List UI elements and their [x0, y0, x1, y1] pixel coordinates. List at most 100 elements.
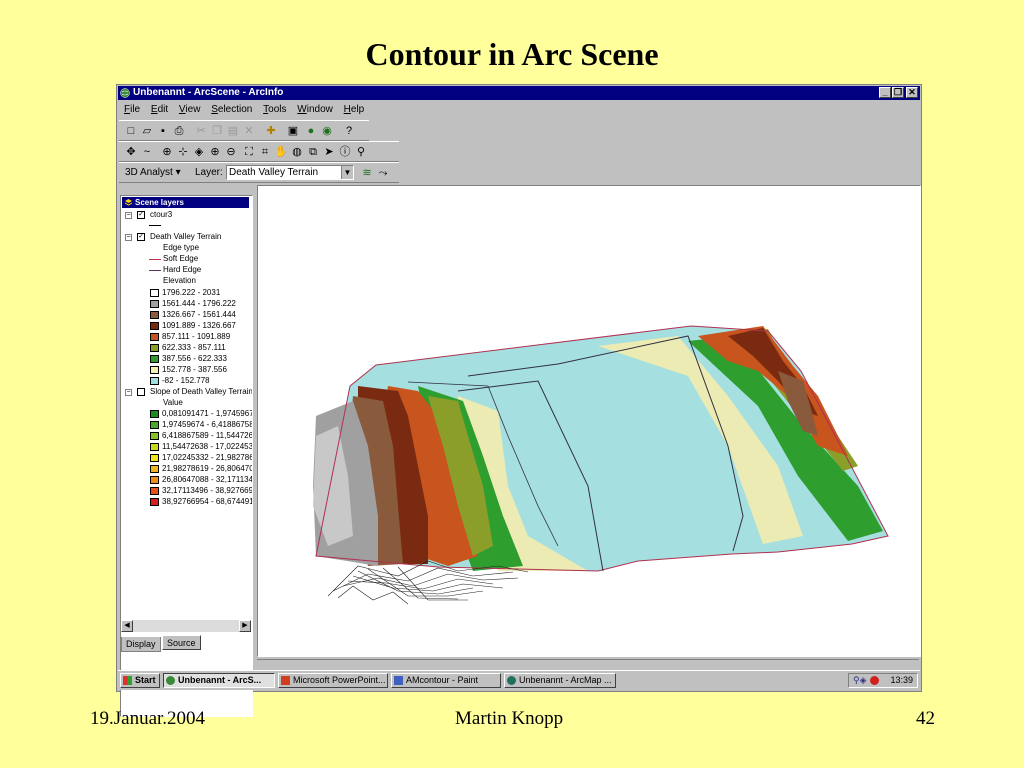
layer-ctour3[interactable]: ctour3: [150, 210, 172, 220]
window-titlebar[interactable]: Unbenannt - ArcScene - ArcInfo _ ❐ ✕: [118, 86, 920, 100]
open-icon[interactable]: ▱: [139, 123, 155, 139]
new-icon[interactable]: □: [123, 123, 139, 139]
globe-icon: [166, 676, 175, 685]
toc-header-label: Scene layers: [135, 198, 184, 207]
menu-tools[interactable]: Tools: [263, 104, 286, 115]
slope-class-swatch[interactable]: [150, 454, 159, 462]
globe-icon: [507, 676, 516, 685]
elevation-class-swatch[interactable]: [150, 289, 159, 297]
slope-class-label: 11,54472638 - 17,022453: [162, 442, 253, 451]
slope-class-label: 17,02245332 - 21,982786: [162, 453, 253, 462]
paste-icon[interactable]: ▤: [225, 123, 241, 139]
elevation-class-label: 152.778 - 387.556: [162, 365, 227, 374]
layer-checkbox[interactable]: [137, 388, 145, 396]
scroll-right-icon[interactable]: ▶: [239, 620, 251, 632]
layer-props-icon[interactable]: ▣: [285, 123, 301, 139]
elevation-class-swatch[interactable]: [150, 366, 159, 374]
slope-class-swatch[interactable]: [150, 476, 159, 484]
add-data-icon[interactable]: ✚: [263, 123, 279, 139]
layer-label: Layer:: [195, 167, 223, 178]
close-button[interactable]: ✕: [906, 87, 918, 98]
slope-class-swatch[interactable]: [150, 487, 159, 495]
menu-view[interactable]: View: [179, 104, 201, 115]
arcmap-icon[interactable]: ◉: [319, 123, 335, 139]
window-title: Unbenannt - ArcScene - ArcInfo: [133, 87, 284, 98]
find-icon[interactable]: ⚲: [353, 144, 369, 160]
3d-analyst-menu[interactable]: 3D Analyst ▾: [125, 166, 181, 180]
elevation-class-swatch[interactable]: [150, 355, 159, 363]
task-powerpoint[interactable]: Microsoft PowerPoint...: [278, 673, 388, 688]
elevation-class-swatch[interactable]: [150, 333, 159, 341]
toc-horizontal-scrollbar[interactable]: ◀ ▶: [121, 620, 251, 632]
fly-icon[interactable]: ~: [139, 144, 155, 160]
task-arcscene[interactable]: Unbenannt - ArcS...: [163, 673, 275, 688]
slope-class-swatch[interactable]: [150, 498, 159, 506]
center-target-icon[interactable]: ⊹: [175, 144, 191, 160]
pan-icon[interactable]: ✋: [273, 144, 289, 160]
soft-edge-label: Soft Edge: [163, 254, 199, 263]
whats-this-icon[interactable]: ?: [341, 123, 357, 139]
tab-display[interactable]: Display: [121, 637, 161, 652]
narrow-fov-icon[interactable]: ⌗: [257, 144, 273, 160]
elevation-class-swatch[interactable]: [150, 300, 159, 308]
save-icon[interactable]: ▪: [155, 123, 171, 139]
layer-checkbox[interactable]: ✓: [137, 233, 145, 241]
slope-class-swatch[interactable]: [150, 443, 159, 451]
zoom-out-icon[interactable]: ⊖: [223, 144, 239, 160]
set-observer-icon[interactable]: ◈: [191, 144, 207, 160]
create-contours-icon[interactable]: ≋: [359, 165, 375, 181]
slope-class-label: 32,17113496 - 38,927669: [162, 486, 253, 495]
layer-select[interactable]: Death Valley Terrain ▼: [226, 165, 354, 180]
slope-class-swatch[interactable]: [150, 410, 159, 418]
menu-help[interactable]: Help: [344, 104, 365, 115]
menu-window[interactable]: Window: [297, 104, 333, 115]
terrain-scene[interactable]: [258, 186, 920, 656]
collapse-toggle[interactable]: −: [125, 234, 132, 241]
system-tray: ⚲◈ 13:39: [848, 673, 918, 688]
copy-icon[interactable]: ❐: [209, 123, 225, 139]
tray-icons[interactable]: ⚲◈: [853, 674, 867, 687]
collapse-toggle[interactable]: −: [125, 389, 132, 396]
task-arcmap[interactable]: Unbenannt - ArcMap ...: [504, 673, 616, 688]
start-button[interactable]: Start: [120, 673, 160, 688]
elevation-class-swatch[interactable]: [150, 377, 159, 385]
layer-slope[interactable]: Slope of Death Valley Terrain: [150, 387, 252, 397]
line-of-sight-icon[interactable]: ⤳: [375, 165, 391, 181]
full-extent-globe-icon[interactable]: ◍: [289, 144, 305, 160]
navigate-icon[interactable]: ✥: [123, 144, 139, 160]
cut-icon[interactable]: ✂: [193, 123, 209, 139]
restore-button[interactable]: ❐: [892, 87, 904, 98]
chevron-down-icon[interactable]: ▼: [341, 166, 353, 179]
minimize-button[interactable]: _: [879, 87, 891, 98]
collapse-toggle[interactable]: −: [125, 212, 132, 219]
hard-edge-symbol: [149, 270, 161, 271]
select-icon[interactable]: ➤: [321, 144, 337, 160]
slope-class-label: 6,418867589 - 11,544726: [162, 431, 253, 440]
full-extent-icon[interactable]: ⛶: [241, 144, 257, 160]
slope-class-swatch[interactable]: [150, 421, 159, 429]
scene-view[interactable]: [257, 185, 921, 657]
slope-class-swatch[interactable]: [150, 465, 159, 473]
print-icon[interactable]: ⎙: [171, 123, 187, 139]
delete-icon[interactable]: ✕: [241, 123, 257, 139]
elevation-class-swatch[interactable]: [150, 344, 159, 352]
tray-alert-icon[interactable]: [870, 676, 879, 685]
zoom-in-icon[interactable]: ⊕: [207, 144, 223, 160]
menu-file[interactable]: File: [124, 104, 140, 115]
scroll-left-icon[interactable]: ◀: [121, 620, 133, 632]
menu-selection[interactable]: Selection: [211, 104, 252, 115]
identify-icon[interactable]: ⓘ: [337, 144, 353, 160]
footer-author: Martin Knopp: [455, 708, 564, 729]
elevation-class-swatch[interactable]: [150, 322, 159, 330]
globe-tool-icon[interactable]: ●: [303, 123, 319, 139]
zoom-to-layer-icon[interactable]: ⧉: [305, 144, 321, 160]
layer-checkbox[interactable]: ✓: [137, 211, 145, 219]
elevation-class-swatch[interactable]: [150, 311, 159, 319]
tab-source[interactable]: Source: [162, 635, 201, 650]
slope-class-label: 38,92766954 - 68,674491: [162, 497, 253, 506]
task-paint[interactable]: AMcontour - Paint: [391, 673, 501, 688]
slope-class-swatch[interactable]: [150, 432, 159, 440]
menu-edit[interactable]: Edit: [151, 104, 168, 115]
layer-death-valley-terrain[interactable]: Death Valley Terrain: [150, 232, 221, 242]
zoom-to-target-icon[interactable]: ⊕: [159, 144, 175, 160]
